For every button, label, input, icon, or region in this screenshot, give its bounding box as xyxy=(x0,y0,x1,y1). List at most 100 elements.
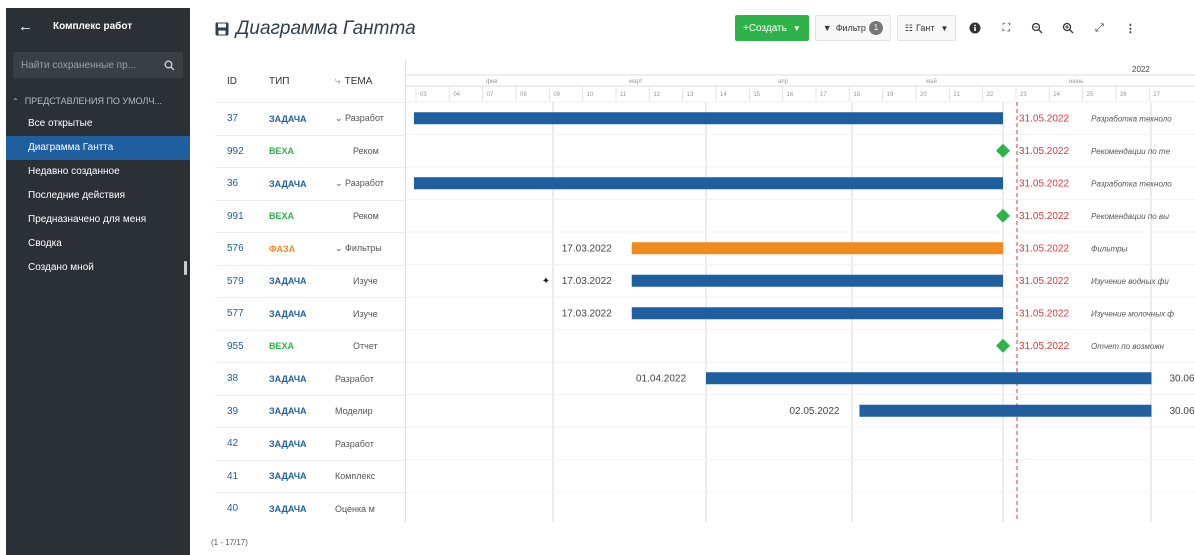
row-type: ЗАДАЧА xyxy=(269,308,307,319)
table-row[interactable]: 991 ВЕХА Реком xyxy=(215,199,405,233)
sidebar-item[interactable]: Диаграмма Гантта xyxy=(6,136,190,160)
table-row[interactable]: 40 ЗАДАЧА Оценка м xyxy=(215,492,405,525)
row-id-link[interactable]: 579 xyxy=(215,276,257,287)
table-row[interactable]: 37 ЗАДАЧА ⌄ Разработ xyxy=(215,102,405,135)
row-type: ЗАДАЧА xyxy=(269,178,307,189)
timeline-month-label: март xyxy=(629,79,643,85)
table-row[interactable]: 992 ВЕХА Реком xyxy=(215,134,405,168)
row-topic-text: Реком xyxy=(353,211,379,222)
row-topic: ⌄ Фильтры xyxy=(323,243,405,254)
row-id-link[interactable]: 576 xyxy=(215,243,257,254)
bar-end-label: 31.05.2022 xyxy=(1019,178,1069,189)
sidebar-section-label: ПРЕДСТАВЛЕНИЯ ПО УМОЛЧ... xyxy=(24,96,162,106)
work-packages-table: ID ТИП ⤷ ТЕМА 37 ЗАДАЧА ⌄ Разработ 992 ВЕХА Ре… xyxy=(215,60,405,522)
info-icon[interactable] xyxy=(962,15,988,41)
zoom-in-icon[interactable] xyxy=(1055,15,1081,41)
gantt-bar xyxy=(413,112,1003,125)
table-row[interactable]: 41 ЗАДАЧА Комплекс xyxy=(215,459,405,493)
row-id-link[interactable]: 40 xyxy=(215,503,257,514)
zoom-to-fit-icon[interactable]: ⛶ xyxy=(993,15,1019,41)
sidebar-title: Комплекс работ xyxy=(53,20,133,32)
row-type: ФАЗА xyxy=(269,243,296,254)
sidebar-items: Все открытые Диаграмма Гантта Недавно созд… xyxy=(6,112,190,280)
more-options-icon[interactable]: ⋮ xyxy=(1117,15,1143,41)
table-row[interactable]: 38 ЗАДАЧА Разработ xyxy=(215,362,405,395)
row-id-link[interactable]: 38 xyxy=(215,373,257,384)
timeline-month-label: фев xyxy=(486,79,497,85)
row-id-link[interactable]: 37 xyxy=(215,113,257,124)
bar-note-label: Рекомендации по вы xyxy=(1091,212,1169,221)
gantt-bar xyxy=(631,242,1003,255)
row-id-link[interactable]: 992 xyxy=(215,146,257,157)
table-row[interactable]: 579 ЗАДАЧА Изуче xyxy=(215,264,405,298)
back-arrow-icon[interactable]: ← xyxy=(18,18,33,35)
bar-end-label: 31.05.2022 xyxy=(1019,341,1069,352)
row-id-link[interactable]: 41 xyxy=(215,471,257,482)
create-button[interactable]: +Создать ▼ xyxy=(735,15,809,41)
row-id-link[interactable]: 577 xyxy=(215,308,257,319)
table-row[interactable]: 36 ЗАДАЧА ⌄ Разработ xyxy=(215,167,405,200)
sidebar-section-default-views[interactable]: ⌃ ПРЕДСТАВЛЕНИЯ ПО УМОЛЧ... xyxy=(6,92,190,110)
expand-chevron-icon[interactable]: ⌄ xyxy=(335,243,345,253)
table-row[interactable]: 39 ЗАДАЧА Моделир xyxy=(215,394,405,428)
expand-chevron-icon[interactable]: ⌄ xyxy=(335,113,345,123)
gantt-bar xyxy=(631,274,1003,287)
table-row[interactable]: 576 ФАЗА ⌄ Фильтры xyxy=(215,232,405,265)
sidebar-item[interactable]: Все открытые xyxy=(6,112,190,136)
column-header-id[interactable]: ID xyxy=(215,76,257,87)
bar-start-label: 17.03.2022 xyxy=(562,276,612,287)
filter-button[interactable]: ▼ Фильтр 1 xyxy=(814,15,891,41)
gantt-bar xyxy=(413,177,1003,190)
row-id-link[interactable]: 991 xyxy=(215,211,257,222)
row-topic: Изуче xyxy=(323,309,405,319)
timeline-month-label: апр xyxy=(778,79,789,85)
bar-start-label: 02.05.2022 xyxy=(789,406,839,417)
bar-end-label: 31.05.2022 xyxy=(1019,243,1069,254)
row-topic: ⌄ Разработ xyxy=(323,178,405,189)
table-row[interactable]: 955 ВЕХА Отчет xyxy=(215,329,405,363)
fullscreen-icon[interactable]: ⤢ xyxy=(1086,15,1112,41)
pin-icon: ✦ xyxy=(542,276,550,287)
row-id-link[interactable]: 42 xyxy=(215,438,257,449)
search-placeholder: Найти сохраненные пр... xyxy=(21,59,136,71)
gantt-view-button[interactable]: ☷ Гант ▼ xyxy=(896,15,957,41)
hierarchy-icon[interactable]: ⤷ xyxy=(335,76,341,87)
app-window: ← Комплекс работ Найти сохраненные пр...… xyxy=(0,0,1195,555)
table-row[interactable]: 577 ЗАДАЧА Изуче xyxy=(215,297,405,330)
timeline-month-label: май xyxy=(926,78,937,85)
sidebar-header: ← Комплекс работ xyxy=(6,8,190,44)
timeline-tick-label: 25 xyxy=(1087,92,1094,98)
row-id-link[interactable]: 39 xyxy=(215,406,257,417)
row-id-link[interactable]: 36 xyxy=(215,178,257,189)
table-row[interactable]: 42 ЗАДАЧА Разработ xyxy=(215,427,405,460)
row-topic: Разработ xyxy=(323,374,405,384)
gantt-chart: 2022 фев март апр май июнь 03 04 07 08 09 10 11 12 13 1… xyxy=(405,60,1195,522)
zoom-out-icon[interactable] xyxy=(1024,15,1050,41)
timeline-tick-label: 18 xyxy=(853,92,860,98)
saved-views-search-input[interactable]: Найти сохраненные пр... xyxy=(13,52,183,78)
sidebar-item[interactable]: Последние действия xyxy=(6,184,190,208)
bar-note-label: Отчет по возможн xyxy=(1091,342,1165,351)
timeline-tick-label: 04 xyxy=(453,92,460,98)
row-type: ЗАДАЧА xyxy=(269,113,307,124)
timeline-tick-label: 26 xyxy=(1120,92,1127,98)
row-topic: ⌄ Разработ xyxy=(323,113,405,124)
gantt-bar xyxy=(631,307,1003,320)
column-header-topic[interactable]: ⤷ ТЕМА xyxy=(323,76,405,87)
row-topic: Разработ xyxy=(323,439,405,449)
bar-end-label: 31.05.2022 xyxy=(1019,146,1069,157)
timeline-tick-label: 07 xyxy=(487,92,494,98)
sidebar-item[interactable]: Сводка xyxy=(6,232,190,256)
column-header-type[interactable]: ТИП xyxy=(257,76,323,87)
row-topic-text: Фильтры xyxy=(345,243,382,254)
sidebar-item[interactable]: Недавно созданное xyxy=(6,160,190,184)
save-icon xyxy=(215,22,229,36)
sidebar-item[interactable]: Создано мной xyxy=(6,256,190,280)
sidebar-item[interactable]: Предназначено для меня xyxy=(6,208,190,232)
sidebar-resize-handle[interactable] xyxy=(184,261,187,275)
row-type: ВЕХА xyxy=(269,146,295,157)
row-id-link[interactable]: 955 xyxy=(215,341,257,352)
expand-chevron-icon[interactable]: ⌄ xyxy=(335,178,345,188)
timeline-tick-label: 24 xyxy=(1053,92,1060,98)
timeline-tick-label: 22 xyxy=(987,92,994,98)
